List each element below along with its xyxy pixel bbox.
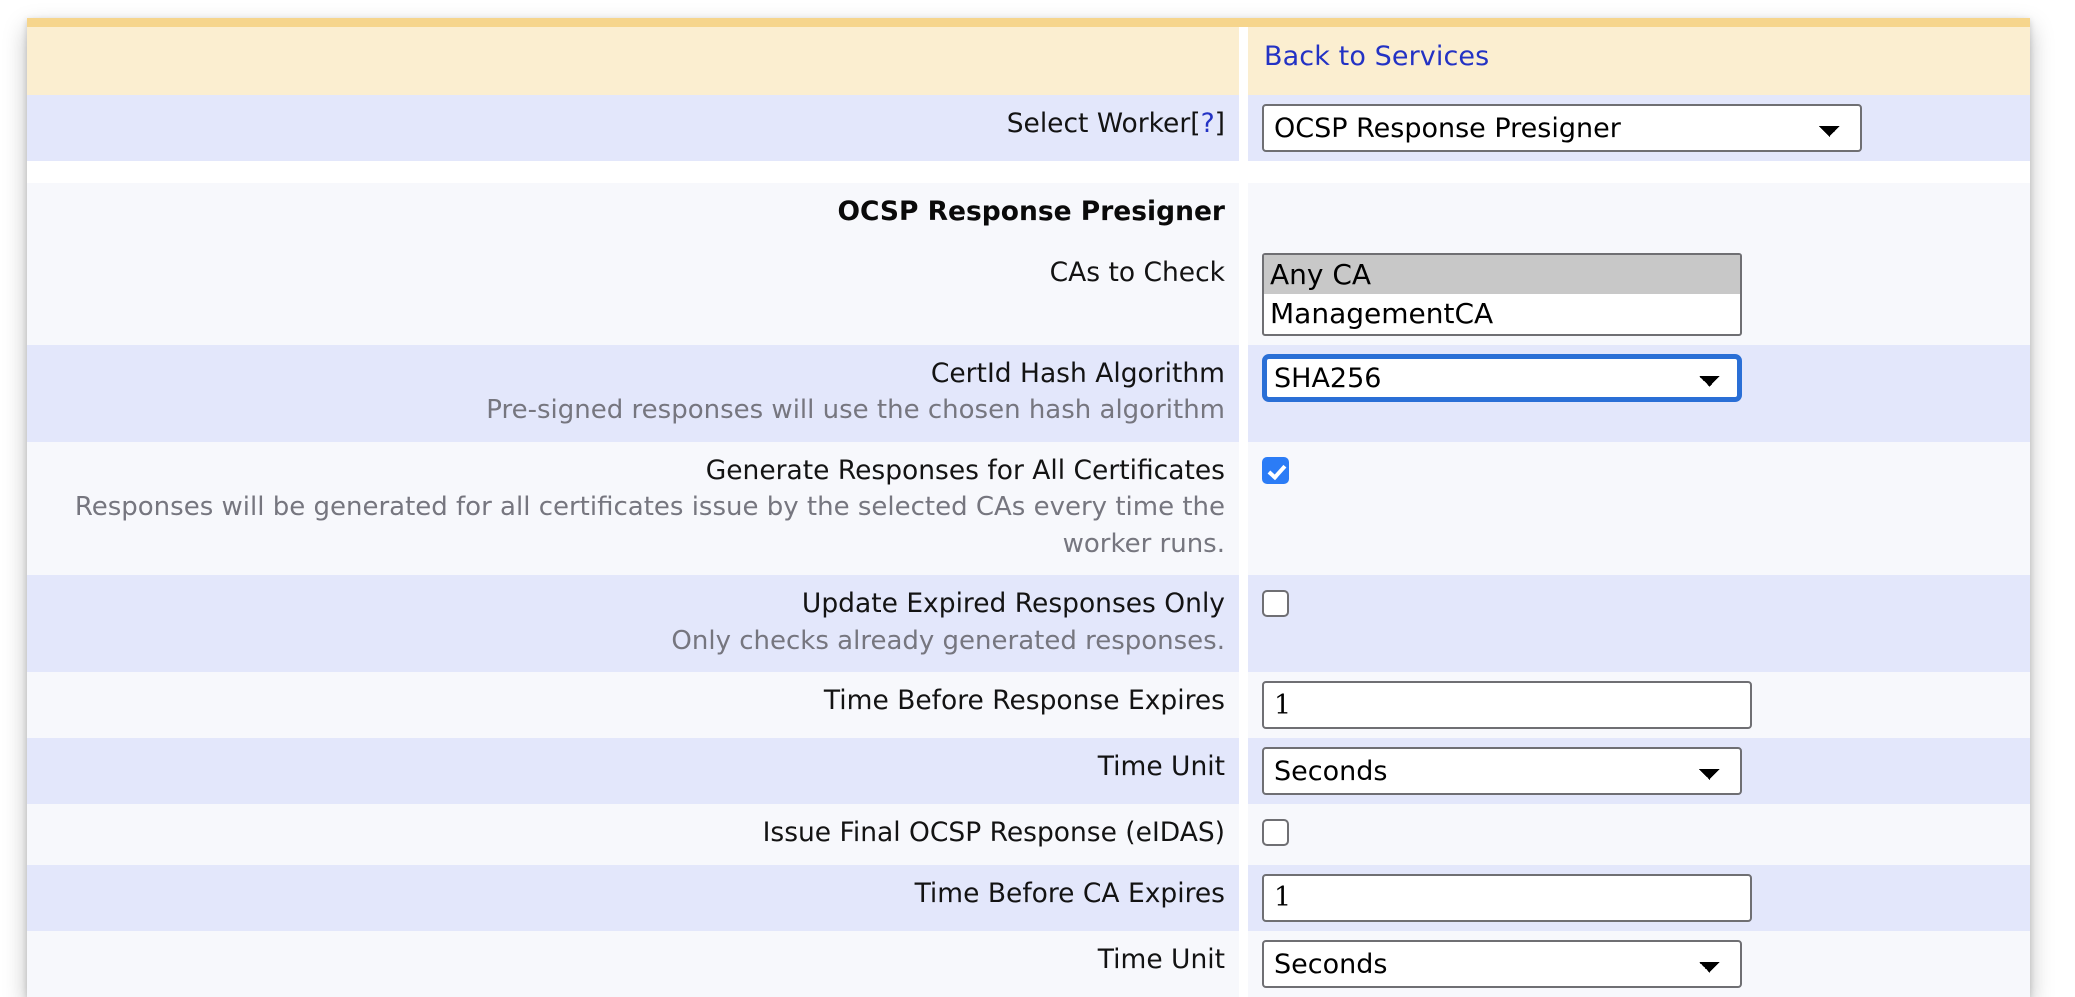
time-before-response-input[interactable] bbox=[1262, 681, 1752, 729]
time-before-response-label: Time Before Response Expires bbox=[824, 685, 1225, 716]
page-root: Back to Services Select Worker[?] OCSP R… bbox=[0, 0, 2075, 969]
table-row-cas-to-check: CAs to Check Any CA ManagementCA bbox=[27, 244, 2030, 345]
time-before-ca-input[interactable] bbox=[1262, 874, 1752, 922]
section-title: OCSP Response Presigner bbox=[837, 196, 1225, 227]
issue-final-label: Issue Final OCSP Response (eIDAS) bbox=[763, 817, 1225, 848]
header-accent-bar bbox=[27, 18, 2030, 27]
back-to-services-link[interactable]: Back to Services bbox=[1262, 27, 1489, 86]
table-row-generate-all: Generate Responses for All Certificates … bbox=[27, 442, 2030, 575]
time-before-ca-control-cell bbox=[1244, 865, 2031, 931]
table-row-update-expired: Update Expired Responses Only Only check… bbox=[27, 575, 2030, 672]
cas-to-check-listbox[interactable]: Any CA ManagementCA bbox=[1262, 253, 1742, 336]
table-row-time-before-ca: Time Before CA Expires bbox=[27, 865, 2030, 931]
time-before-ca-label-cell: Time Before CA Expires bbox=[27, 865, 1244, 931]
table-row-time-unit-response: Time Unit Seconds bbox=[27, 738, 2030, 804]
select-worker-control-cell: OCSP Response Presigner bbox=[1244, 95, 2031, 161]
update-expired-control-cell bbox=[1244, 575, 2031, 672]
update-expired-description: Only checks already generated responses. bbox=[41, 623, 1225, 659]
section-title-right-cell bbox=[1244, 183, 2031, 244]
table-row-certid-hash: CertId Hash Algorithm Pre-signed respons… bbox=[27, 345, 2030, 442]
certid-hash-label: CertId Hash Algorithm bbox=[931, 358, 1225, 389]
select-worker-label-cell: Select Worker[?] bbox=[27, 95, 1244, 161]
header-left-spacer bbox=[27, 18, 1244, 95]
certid-hash-control-cell: SHA256 bbox=[1244, 345, 2031, 442]
select-worker-label: Select Worker bbox=[1007, 108, 1191, 139]
cas-to-check-option-managementca: ManagementCA bbox=[1264, 294, 1740, 334]
generate-all-checkbox[interactable] bbox=[1262, 457, 1289, 484]
time-unit-response-control-cell: Seconds bbox=[1244, 738, 2031, 804]
cas-to-check-control-cell: Any CA ManagementCA bbox=[1244, 244, 2031, 345]
time-before-ca-label: Time Before CA Expires bbox=[915, 878, 1225, 909]
section-title-cell: OCSP Response Presigner bbox=[27, 183, 1244, 244]
update-expired-label-cell: Update Expired Responses Only Only check… bbox=[27, 575, 1244, 672]
worker-config-table: Back to Services Select Worker[?] OCSP R… bbox=[27, 18, 2030, 997]
table-row-issue-final: Issue Final OCSP Response (eIDAS) bbox=[27, 804, 2030, 865]
time-unit-response-label: Time Unit bbox=[1098, 751, 1225, 782]
issue-final-label-cell: Issue Final OCSP Response (eIDAS) bbox=[27, 804, 1244, 865]
spacer-left bbox=[27, 161, 1244, 183]
select-worker-help-bracket-open: [ bbox=[1190, 108, 1200, 139]
issue-final-control-cell bbox=[1244, 804, 2031, 865]
certid-hash-label-cell: CertId Hash Algorithm Pre-signed respons… bbox=[27, 345, 1244, 442]
time-before-response-label-cell: Time Before Response Expires bbox=[27, 672, 1244, 738]
time-unit-ca-control-cell: Seconds bbox=[1244, 931, 2031, 997]
table-row-time-unit-ca: Time Unit Seconds bbox=[27, 931, 2030, 997]
update-expired-checkbox[interactable] bbox=[1262, 590, 1289, 617]
certid-hash-dropdown[interactable]: SHA256 bbox=[1262, 354, 1742, 402]
table-row-time-before-response: Time Before Response Expires bbox=[27, 672, 2030, 738]
cas-to-check-label-cell: CAs to Check bbox=[27, 244, 1244, 345]
time-unit-ca-label-cell: Time Unit bbox=[27, 931, 1244, 997]
table-row-select-worker: Select Worker[?] OCSP Response Presigner bbox=[27, 95, 2030, 161]
generate-all-label-cell: Generate Responses for All Certificates … bbox=[27, 442, 1244, 575]
cas-to-check-option-any: Any CA bbox=[1264, 255, 1740, 295]
table-row-spacer bbox=[27, 161, 2030, 183]
time-unit-response-dropdown[interactable]: Seconds bbox=[1262, 747, 1742, 795]
help-question-icon[interactable]: ? bbox=[1201, 108, 1215, 139]
table-row-header: Back to Services bbox=[27, 18, 2030, 95]
issue-final-checkbox[interactable] bbox=[1262, 819, 1289, 846]
generate-all-label: Generate Responses for All Certificates bbox=[706, 455, 1225, 486]
time-unit-ca-dropdown[interactable]: Seconds bbox=[1262, 940, 1742, 988]
certid-hash-description: Pre-signed responses will use the chosen… bbox=[41, 392, 1225, 428]
time-before-response-control-cell bbox=[1244, 672, 2031, 738]
worker-config-card: Back to Services Select Worker[?] OCSP R… bbox=[27, 18, 2030, 997]
select-worker-help-bracket-close: ] bbox=[1215, 108, 1225, 139]
generate-all-description: Responses will be generated for all cert… bbox=[41, 489, 1225, 562]
update-expired-label: Update Expired Responses Only bbox=[802, 588, 1225, 619]
generate-all-control-cell bbox=[1244, 442, 2031, 575]
time-unit-ca-label: Time Unit bbox=[1098, 944, 1225, 975]
cas-to-check-label: CAs to Check bbox=[1050, 257, 1225, 288]
spacer-right bbox=[1244, 161, 2031, 183]
select-worker-dropdown[interactable]: OCSP Response Presigner bbox=[1262, 104, 1862, 152]
time-unit-response-label-cell: Time Unit bbox=[27, 738, 1244, 804]
header-right-cell: Back to Services bbox=[1244, 18, 2031, 95]
table-row-section-title: OCSP Response Presigner bbox=[27, 183, 2030, 244]
